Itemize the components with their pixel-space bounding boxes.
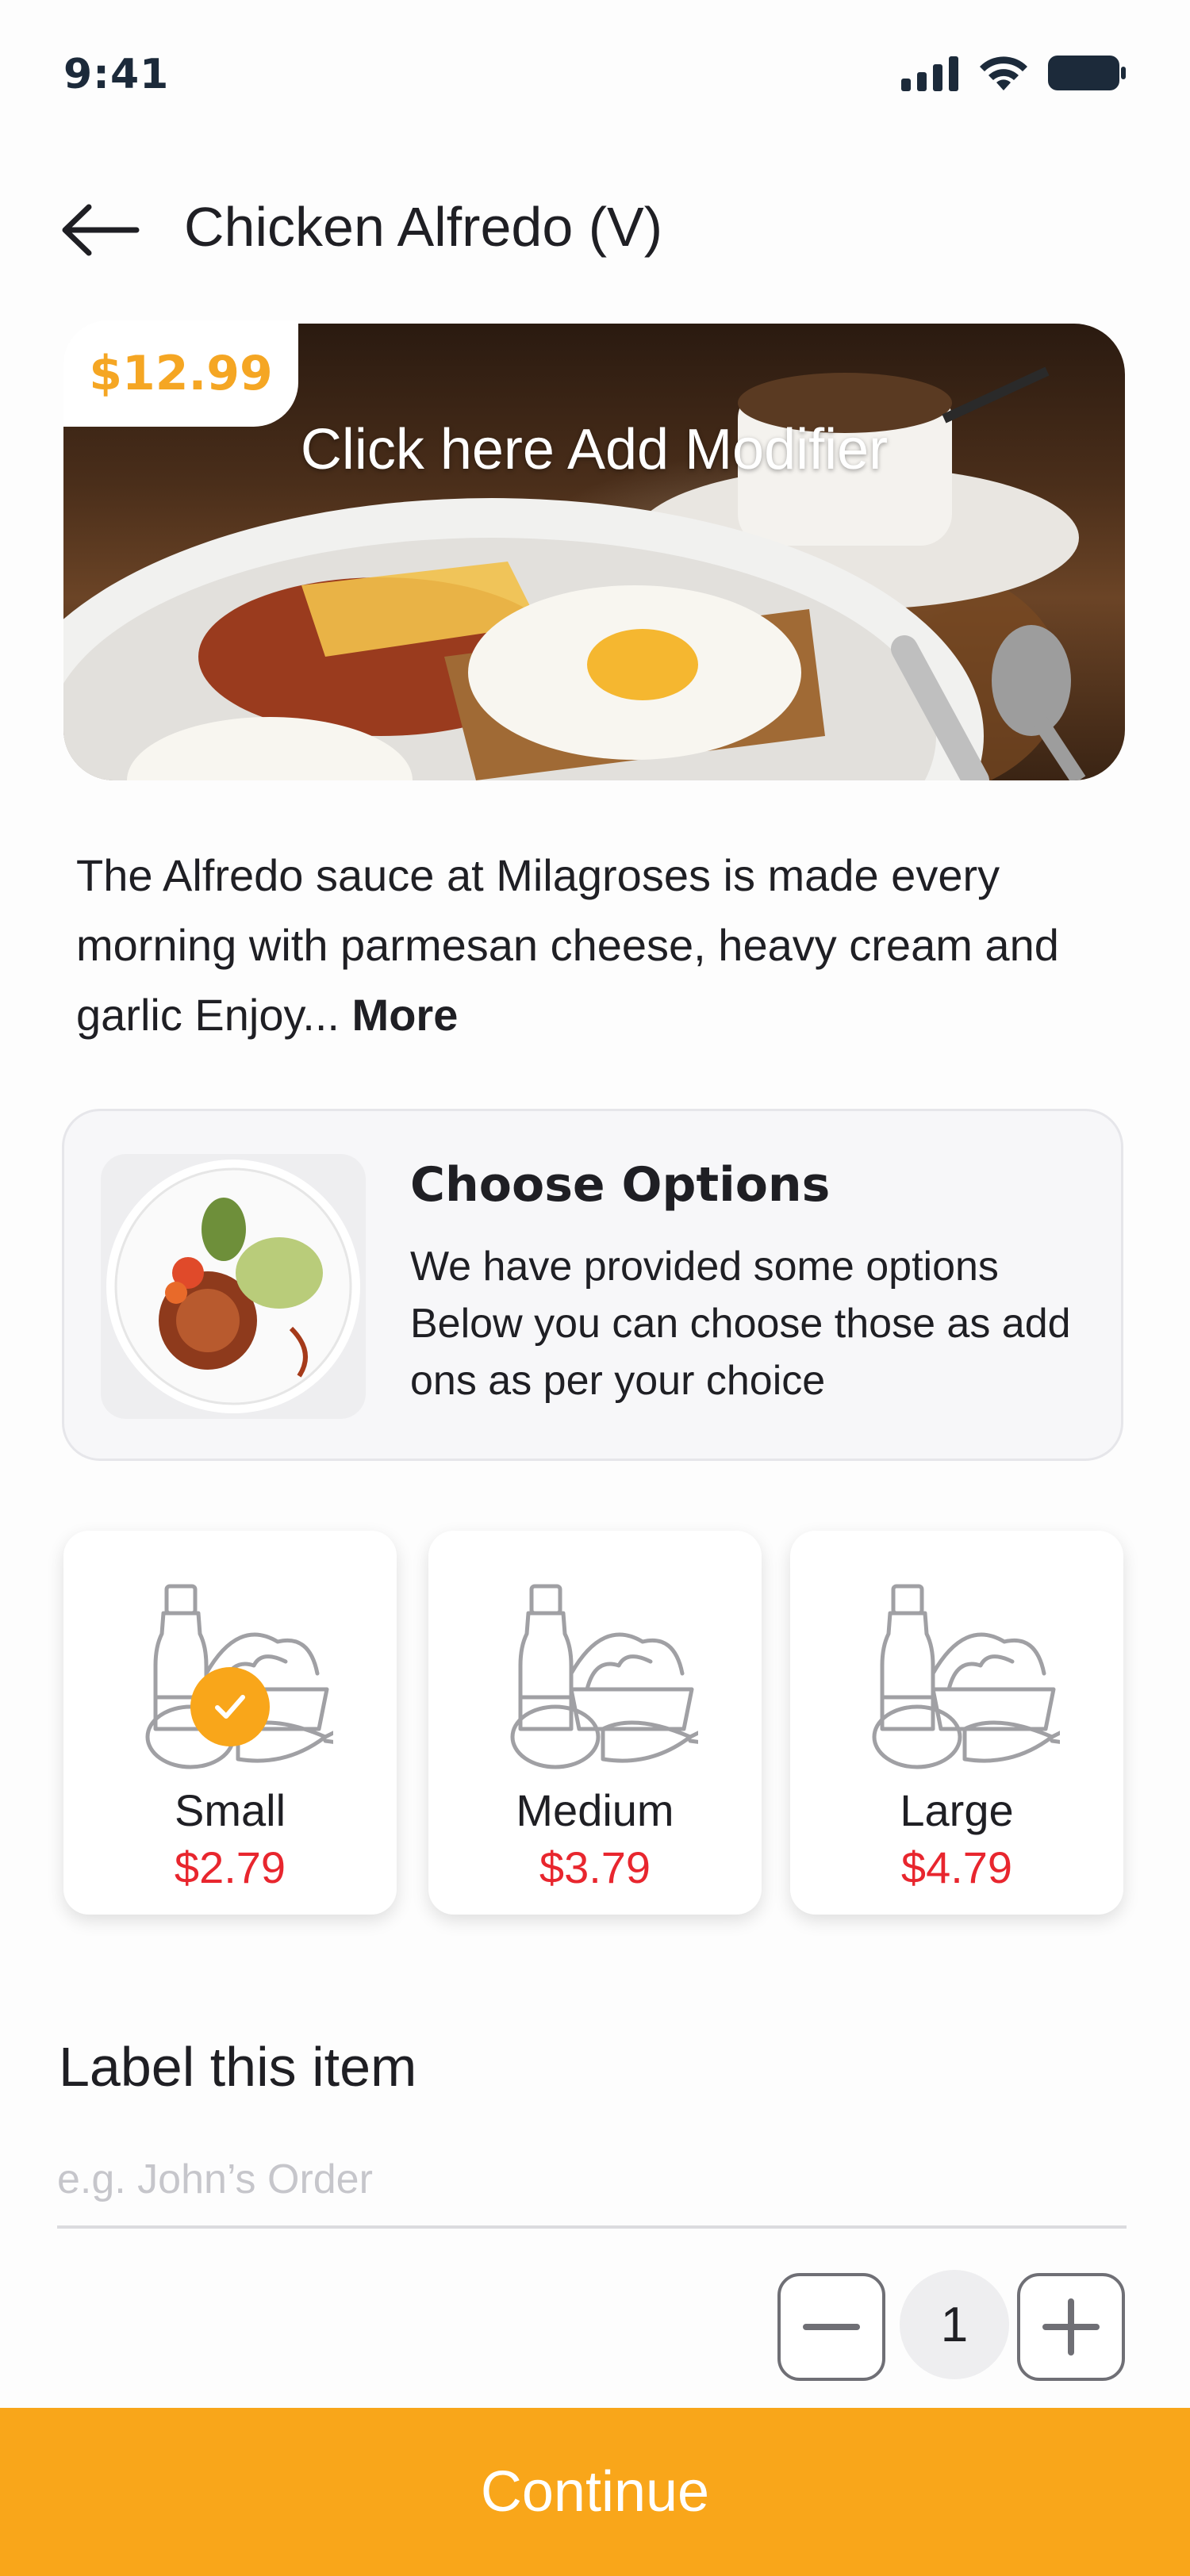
size-name: Medium — [516, 1785, 674, 1835]
size-name: Small — [174, 1785, 286, 1835]
groceries-icon — [872, 1584, 1060, 1769]
status-icons — [901, 54, 1127, 92]
label-section-title: Label this item — [59, 2036, 417, 2098]
quantity-value: 1 — [900, 2270, 1009, 2379]
arrow-left-icon — [62, 204, 140, 256]
app-screen: 9:41 Chicken Alfredo (V) Click here Add … — [0, 0, 1190, 2576]
selected-check-icon — [190, 1667, 270, 1746]
groceries-icon — [510, 1584, 698, 1769]
status-time: 9:41 — [63, 51, 170, 98]
increase-quantity-button[interactable] — [1017, 2273, 1125, 2381]
size-name: Large — [900, 1785, 1014, 1835]
description-text: The Alfredo sauce at Milagroses is made … — [76, 850, 1059, 1040]
size-option-large[interactable]: Large $4.79 — [790, 1531, 1123, 1915]
options-title: Choose Options — [410, 1157, 831, 1213]
size-option-small[interactable]: Small $2.79 — [63, 1531, 397, 1915]
back-button[interactable] — [60, 198, 140, 262]
size-option-medium[interactable]: Medium $3.79 — [428, 1531, 762, 1915]
size-price: $2.79 — [174, 1842, 286, 1892]
item-description: The Alfredo sauce at Milagroses is made … — [76, 841, 1123, 1050]
options-text: We have provided some options Below you … — [410, 1244, 1071, 1404]
battery-icon — [1048, 56, 1126, 90]
size-price: $3.79 — [539, 1842, 651, 1892]
options-thumbnail — [101, 1154, 366, 1419]
signal-icon — [901, 56, 958, 91]
dish-image — [106, 1160, 360, 1413]
item-label-input[interactable] — [57, 2149, 1127, 2229]
add-modifier-label: Click here Add Modifier — [300, 418, 889, 481]
decrease-quantity-button[interactable] — [777, 2273, 885, 2381]
choose-options-card: Choose Options We have provided some opt… — [62, 1109, 1123, 1461]
size-price: $4.79 — [900, 1842, 1013, 1892]
continue-button[interactable]: Continue — [0, 2408, 1190, 2576]
plus-icon — [1042, 2298, 1100, 2356]
more-link[interactable]: More — [352, 990, 459, 1040]
minus-icon — [803, 2324, 860, 2330]
wifi-icon — [980, 56, 1027, 90]
price-tag: $12.99 — [63, 320, 298, 427]
page-title: Chicken Alfredo (V) — [184, 196, 663, 258]
